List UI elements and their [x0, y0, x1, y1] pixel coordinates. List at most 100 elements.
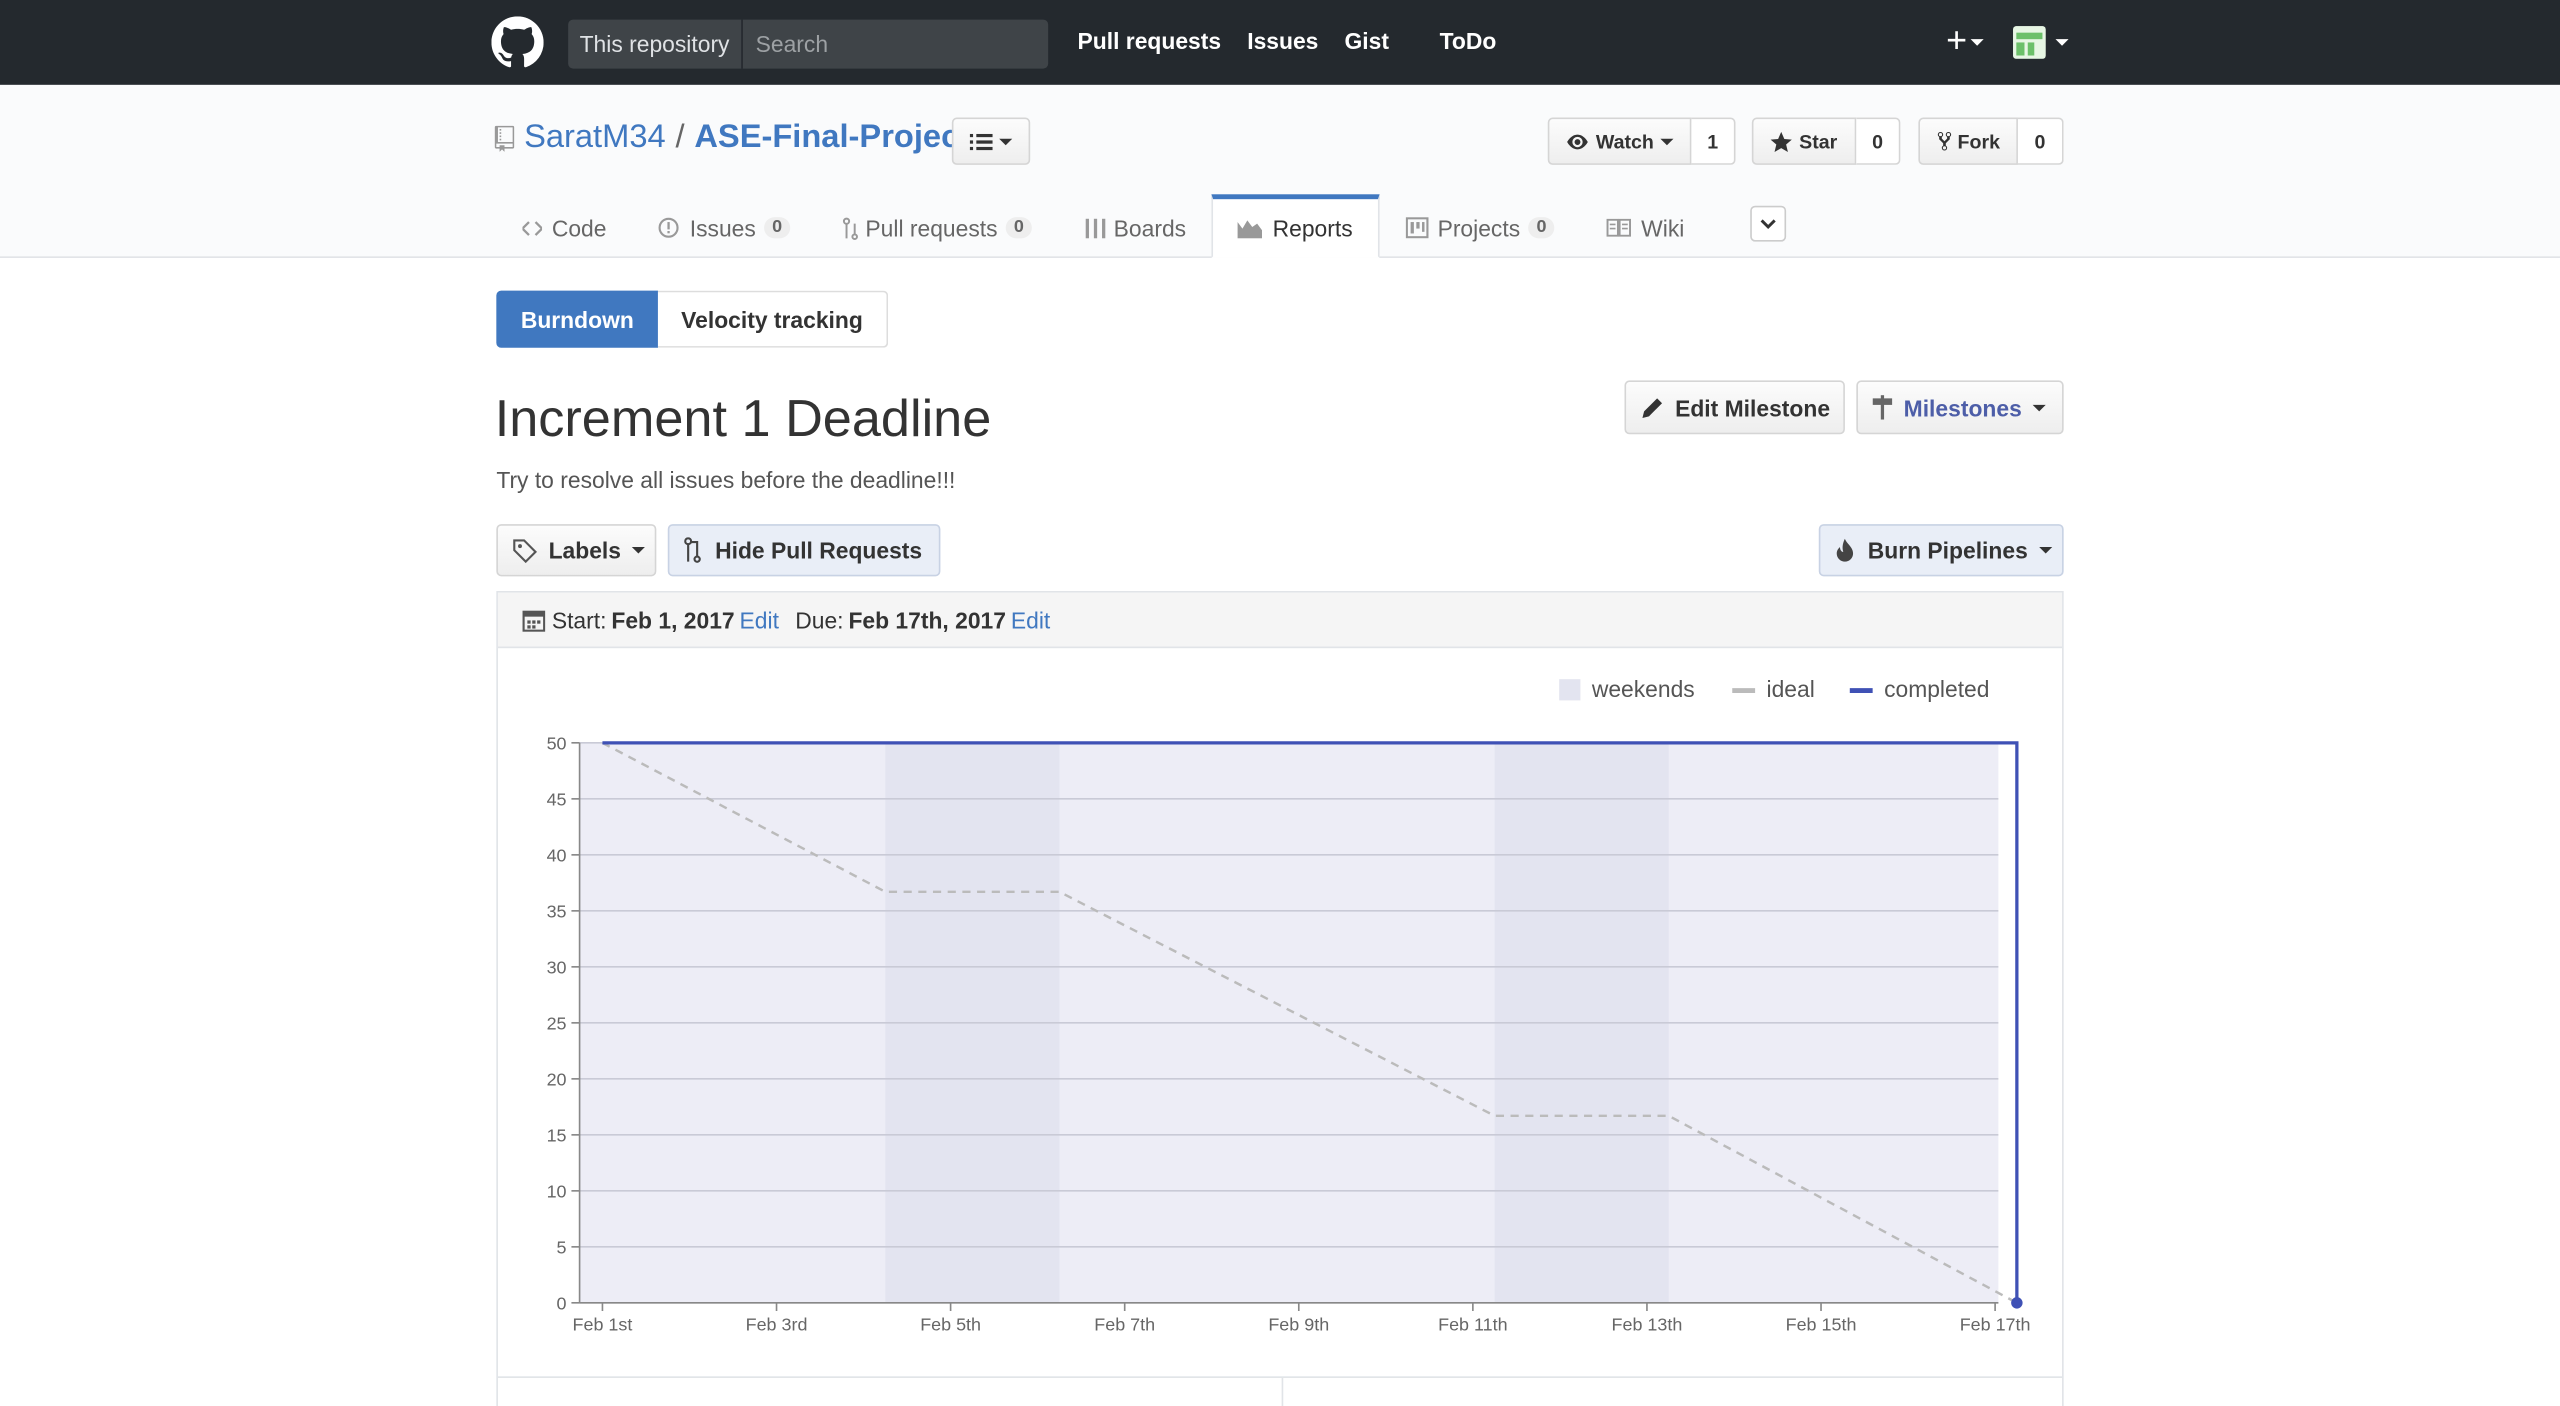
watch-group: Watch 1: [1547, 117, 1736, 165]
report-subtabs: Burndown Velocity tracking: [496, 290, 888, 348]
x-tick-label: Feb 17th: [1960, 1315, 2031, 1335]
watch-button[interactable]: Watch: [1547, 117, 1692, 165]
edit-due-link[interactable]: Edit: [1011, 607, 1050, 633]
fork-label: Fork: [1957, 129, 2000, 153]
repo-icon: [494, 124, 515, 152]
chart-plot: 0 5 10 15 20 25 30 35 40 45 50 Feb 1st Feb 3rd Feb 5t…: [547, 733, 2031, 1334]
graph-icon: [1238, 218, 1263, 238]
fork-count[interactable]: 0: [2017, 117, 2064, 165]
y-tick-label: 35: [547, 901, 567, 921]
chevron-down-icon: [2039, 546, 2053, 554]
pull-requests-counter: 0: [1005, 217, 1033, 239]
velocity-tracking-tab[interactable]: Velocity tracking: [658, 290, 888, 348]
chart-footer: [497, 1376, 2063, 1406]
milestone-icon: [1872, 395, 1893, 420]
list-menu-button[interactable]: [951, 117, 1031, 165]
completed-end-point: [2011, 1297, 2023, 1309]
repo-owner-link[interactable]: SaratM34: [524, 119, 666, 157]
chevron-down-icon[interactable]: [2055, 39, 2069, 46]
edit-milestone-label: Edit Milestone: [1675, 394, 1831, 421]
x-tick-label: Feb 13th: [1612, 1315, 1683, 1335]
x-tick-label: Feb 1st: [573, 1315, 633, 1335]
chevron-down-icon: [999, 137, 1013, 145]
star-button[interactable]: Star: [1751, 117, 1857, 165]
tab-pull-requests-label: Pull requests: [865, 214, 998, 241]
labels-dropdown[interactable]: Labels: [496, 524, 657, 577]
star-label: Star: [1799, 129, 1838, 153]
repo-nav: Code Issues 0 Pull requests 0 Boards Rep…: [496, 194, 1710, 259]
fork-icon: [1937, 131, 1952, 151]
tab-projects-label: Projects: [1437, 214, 1521, 241]
edit-start-link[interactable]: Edit: [740, 607, 779, 633]
github-logo-icon[interactable]: [491, 16, 544, 68]
footer-divider: [1281, 1377, 1284, 1406]
search-scope-label: This repository: [568, 19, 743, 69]
legend-completed-label: completed: [1884, 676, 1989, 702]
tab-projects[interactable]: Projects 0: [1379, 194, 1581, 258]
y-tick-label: 0: [557, 1293, 567, 1313]
y-tick-label: 40: [547, 845, 567, 865]
calendar-icon: [522, 609, 546, 631]
chevron-down-icon: [1660, 137, 1674, 145]
fork-button[interactable]: Fork: [1918, 117, 2018, 165]
legend-weekends-label: weekends: [1591, 676, 1695, 702]
hide-pull-requests-toggle[interactable]: Hide Pull Requests: [667, 524, 941, 577]
tab-reports[interactable]: Reports: [1212, 194, 1379, 258]
tab-code[interactable]: Code: [496, 194, 632, 258]
issue-icon: [659, 217, 680, 238]
burndown-chart: weekends ideal completed 0 5 10 15 20 25 30 35 40 4…: [547, 676, 2031, 1334]
more-tabs-button[interactable]: [1750, 205, 1787, 242]
avatar[interactable]: [2013, 26, 2046, 59]
legend-ideal-label: ideal: [1767, 676, 1815, 702]
project-icon: [1405, 217, 1428, 239]
y-tick-label: 45: [547, 789, 567, 809]
pull-request-icon: [684, 537, 704, 563]
avatar-image: [2013, 26, 2046, 59]
x-tick-label: Feb 5th: [920, 1315, 981, 1335]
tab-issues-label: Issues: [689, 214, 756, 241]
header-link-todo[interactable]: ToDo: [1440, 28, 1497, 54]
due-date: Feb 17th, 2017: [848, 606, 1006, 633]
chevron-down-icon: [2033, 404, 2047, 411]
header-link-gist[interactable]: Gist: [1345, 28, 1389, 54]
milestone-dates-bar: Start: Feb 1, 2017 Edit Due: Feb 17th, 2…: [497, 592, 2063, 649]
x-tick-label: Feb 15th: [1786, 1315, 1857, 1335]
global-header: This repository Pull requests Issues Gis…: [0, 0, 2560, 85]
chevron-down-icon: [1760, 218, 1776, 229]
star-count[interactable]: 0: [1856, 117, 1901, 165]
tab-reports-label: Reports: [1272, 214, 1353, 241]
chevron-down-icon: [1970, 39, 1984, 47]
watch-label: Watch: [1595, 129, 1654, 153]
y-tick-label: 20: [547, 1069, 567, 1089]
fork-group: Fork 0: [1918, 117, 2064, 165]
star-group: Star 0: [1751, 117, 1901, 165]
due-label: Due:: [795, 606, 844, 633]
tab-issues[interactable]: Issues 0: [633, 194, 817, 258]
edit-milestone-button[interactable]: Edit Milestone: [1624, 380, 1845, 435]
watch-count[interactable]: 1: [1691, 117, 1736, 165]
chevron-down-icon: [632, 546, 646, 554]
milestones-dropdown[interactable]: Milestones: [1856, 380, 2064, 435]
y-tick-label: 15: [547, 1125, 567, 1145]
projects-counter: 0: [1528, 217, 1555, 239]
y-tick-label: 50: [547, 733, 567, 753]
milestone-title: Increment 1 Deadline: [494, 388, 992, 448]
tab-wiki[interactable]: Wiki: [1581, 194, 1711, 258]
burndown-tab[interactable]: Burndown: [496, 290, 659, 348]
y-tick-label: 30: [547, 957, 567, 977]
repo-name-link[interactable]: ASE-Final-Project: [694, 119, 970, 157]
x-tick-label: Feb 3rd: [746, 1315, 808, 1335]
repo-header: SaratM34 / ASE-Final-Project Watch 1 Sta…: [0, 84, 2560, 259]
header-link-pull-requests[interactable]: Pull requests: [1078, 28, 1222, 54]
tab-boards[interactable]: Boards: [1058, 194, 1212, 258]
header-link-issues[interactable]: Issues: [1247, 28, 1318, 54]
y-tick-label: 10: [547, 1181, 567, 1201]
legend-weekends-swatch: [1559, 679, 1581, 701]
tag-icon: [513, 538, 538, 563]
create-new-menu[interactable]: +: [1946, 19, 1984, 61]
burn-pipelines-dropdown[interactable]: Burn Pipelines: [1818, 524, 2064, 577]
plus-icon: +: [1946, 19, 1968, 61]
search-input[interactable]: [742, 19, 1065, 69]
tab-pull-requests[interactable]: Pull requests 0: [816, 194, 1058, 258]
search-box: This repository: [568, 19, 1065, 69]
